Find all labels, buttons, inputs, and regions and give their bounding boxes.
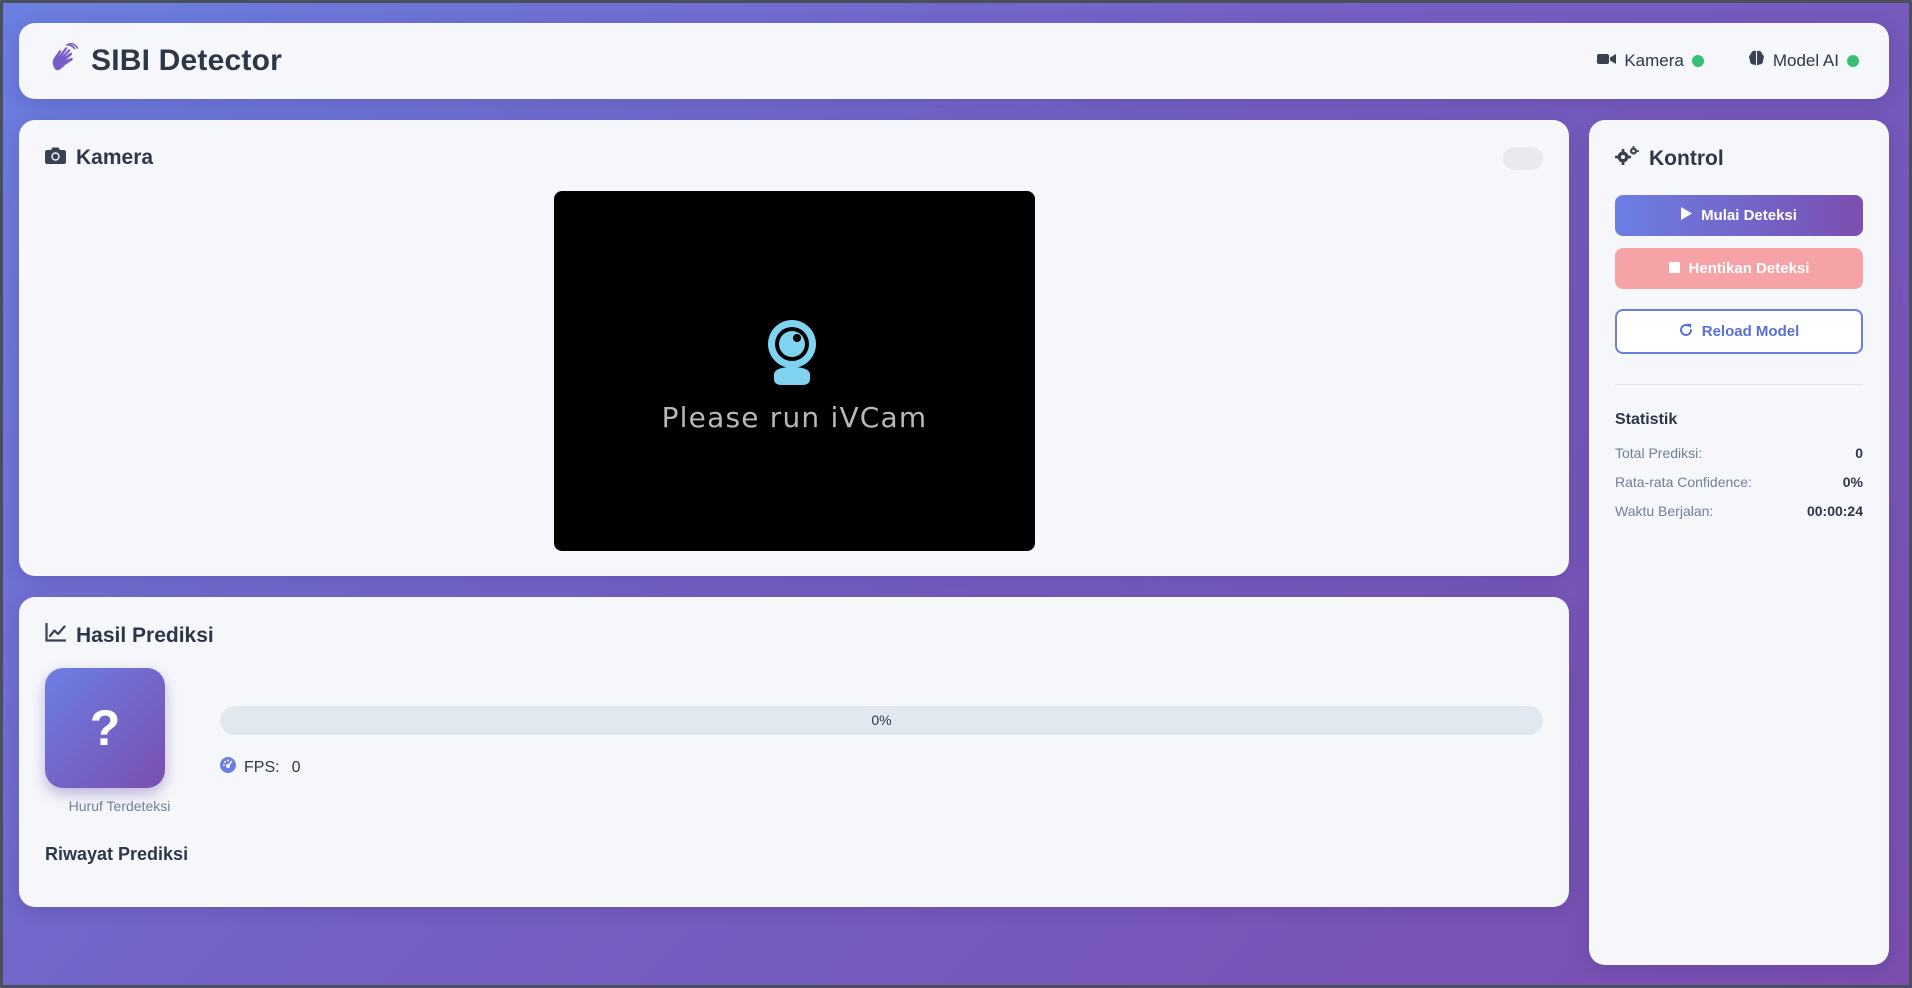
camera-title-text: Kamera xyxy=(76,146,154,169)
stat-average-confidence: Rata-rata Confidence: 0% xyxy=(1615,474,1863,490)
confidence-bar: 0% xyxy=(220,706,1543,735)
model-status-label: Model AI xyxy=(1772,50,1839,70)
camera-status-dot xyxy=(1691,54,1704,67)
sign-hand-icon xyxy=(49,42,79,78)
stat-total-predictions: Total Prediksi: 0 xyxy=(1615,445,1863,461)
control-panel-title: Kontrol xyxy=(1615,146,1724,171)
stat-elapsed-time: Waktu Berjalan: 00:00:24 xyxy=(1615,503,1863,519)
history-title: Riwayat Prediksi xyxy=(45,844,189,864)
prediction-panel-title: Hasil Prediksi xyxy=(45,623,214,648)
status-indicators: Kamera Model AI xyxy=(1597,50,1859,71)
control-title-text: Kontrol xyxy=(1649,146,1724,170)
detected-letter: ? xyxy=(45,668,165,788)
stop-detection-label: Hentikan Deteksi xyxy=(1688,260,1810,277)
stat-label: Total Prediksi: xyxy=(1615,445,1703,461)
stat-value: 0 xyxy=(1855,445,1863,461)
start-detection-button[interactable]: Mulai Deteksi xyxy=(1615,195,1863,236)
model-status: Model AI xyxy=(1748,50,1859,71)
line-chart-icon xyxy=(45,623,66,648)
stop-icon xyxy=(1668,260,1680,277)
fps-label: FPS: xyxy=(244,758,280,776)
stat-label: Rata-rata Confidence: xyxy=(1615,474,1752,490)
gears-icon xyxy=(1615,146,1639,171)
webcam-icon xyxy=(762,317,822,392)
video-camera-icon xyxy=(1597,51,1617,71)
brain-icon xyxy=(1748,50,1765,71)
fps-readout: FPS: 0 xyxy=(220,757,300,778)
stat-label: Waktu Berjalan: xyxy=(1615,503,1714,519)
camera-status: Kamera xyxy=(1597,50,1704,71)
reload-model-button[interactable]: Reload Model xyxy=(1615,309,1863,354)
camera-panel-title: Kamera xyxy=(45,146,153,170)
fps-value: 0 xyxy=(291,758,301,776)
reload-model-label: Reload Model xyxy=(1701,323,1800,340)
detected-letter-caption: Huruf Terdeteksi xyxy=(68,798,171,814)
play-icon xyxy=(1681,207,1693,224)
app-title: SIBI Detector xyxy=(91,43,282,77)
confidence-text: 0% xyxy=(871,712,892,728)
camera-panel: Kamera Please run iVCam xyxy=(19,120,1569,576)
control-divider xyxy=(1615,384,1863,385)
reload-icon xyxy=(1679,323,1693,341)
model-status-dot xyxy=(1847,54,1859,67)
camera-status-label: Kamera xyxy=(1624,50,1684,70)
brand: SIBI Detector xyxy=(49,42,282,78)
video-message: Please run iVCam xyxy=(661,401,928,434)
video-feed: Please run iVCam xyxy=(554,191,1035,551)
start-detection-label: Mulai Deteksi xyxy=(1701,207,1797,224)
camera-toggle[interactable] xyxy=(1503,147,1543,170)
camera-icon xyxy=(45,146,66,170)
app-header: SIBI Detector Kamera Model AI xyxy=(19,23,1889,99)
control-panel: Kontrol Mulai Deteksi Hentikan Deteksi R… xyxy=(1589,120,1889,965)
stop-detection-button[interactable]: Hentikan Deteksi xyxy=(1615,248,1863,289)
stats-title: Statistik xyxy=(1615,411,1678,428)
stat-value: 0% xyxy=(1842,474,1863,490)
stat-value: 00:00:24 xyxy=(1806,503,1863,519)
prediction-title-text: Hasil Prediksi xyxy=(76,623,214,647)
prediction-panel: Hasil Prediksi ? Huruf Terdeteksi 0% FPS… xyxy=(19,597,1569,907)
gauge-icon xyxy=(220,757,236,778)
